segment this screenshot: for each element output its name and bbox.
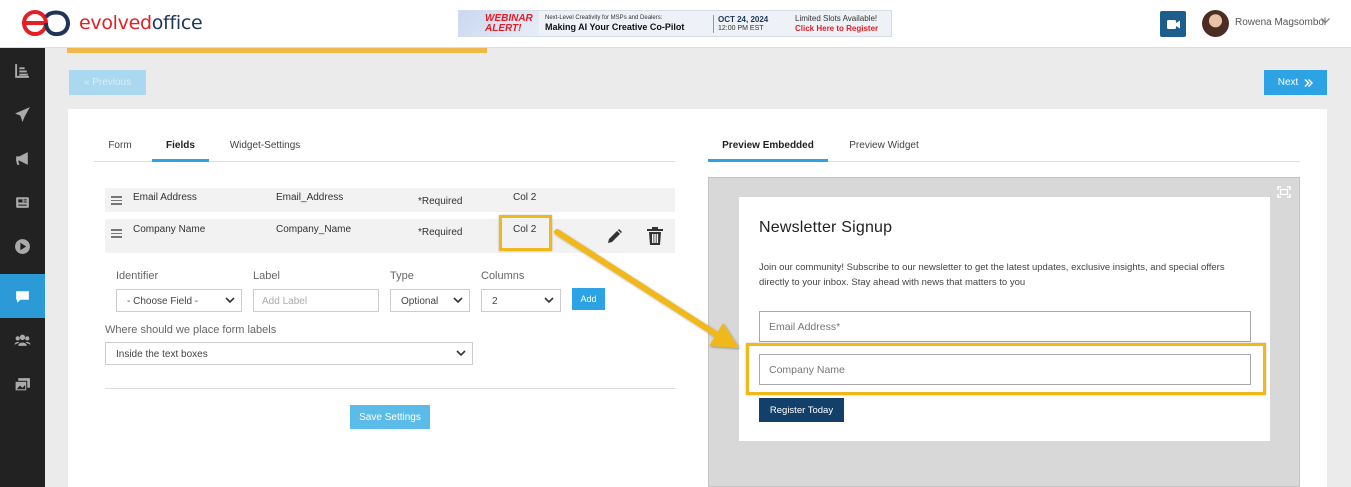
type-select-value: Optional xyxy=(401,296,439,307)
progress-strip xyxy=(67,48,487,53)
tab-preview-widget[interactable]: Preview Widget xyxy=(834,133,934,162)
logo[interactable]: evolvedoffice xyxy=(22,9,203,37)
identifier-select-value: - Choose Field - xyxy=(127,296,199,307)
banner-cta-line1: Limited Slots Available! xyxy=(795,13,878,23)
placement-label: Where should we place form labels xyxy=(105,324,277,336)
table-row[interactable]: Email Address Email_Address *Required Co… xyxy=(105,188,675,212)
placement-select-value: Inside the text boxes xyxy=(116,349,208,360)
next-button[interactable]: Next xyxy=(1264,70,1327,95)
identifier-label: Identifier xyxy=(116,270,159,282)
chevron-down-icon xyxy=(453,297,463,304)
sidebar-item-announcements[interactable] xyxy=(0,136,45,180)
logo-text-evolved: evolved xyxy=(79,12,152,34)
divider xyxy=(105,388,675,389)
images-icon xyxy=(14,377,30,391)
columns-select-value: 2 xyxy=(492,296,498,307)
banner-date-time: 12:00 PM EST xyxy=(718,24,764,32)
drag-handle-icon[interactable] xyxy=(111,229,122,240)
field-label: Email Address xyxy=(133,192,197,203)
chevron-down-icon[interactable] xyxy=(1321,16,1330,27)
sidebar-item-reports[interactable] xyxy=(0,48,45,92)
megaphone-icon xyxy=(16,151,28,165)
user-name[interactable]: Rowena Magsombol xyxy=(1235,17,1326,28)
logo-text: evolvedoffice xyxy=(79,12,203,34)
avatar[interactable] xyxy=(1202,10,1229,37)
label-input[interactable]: Add Label xyxy=(253,289,379,312)
expand-icon[interactable] xyxy=(1277,186,1291,198)
banner-cta-line2: Click Here to Register xyxy=(795,23,879,33)
left-tabs: Form Fields Widget-Settings xyxy=(94,133,675,162)
sidebar-item-media[interactable] xyxy=(0,362,45,406)
sidebar-item-forms[interactable] xyxy=(0,274,45,318)
banner-date-day: OCT 24, 2024 xyxy=(718,14,769,24)
field-identifier: Email_Address xyxy=(276,192,344,203)
identifier-select[interactable]: - Choose Field - xyxy=(116,289,242,312)
newspaper-icon xyxy=(16,196,29,208)
banner-text: Next-Level Creativity for MSPs and Deale… xyxy=(539,14,713,33)
tab-preview-embedded[interactable]: Preview Embedded xyxy=(708,133,828,162)
columns-label: Columns xyxy=(481,270,525,282)
bar-chart-icon xyxy=(15,63,29,78)
logo-mark-icon xyxy=(22,9,74,37)
type-label: Type xyxy=(390,270,414,282)
play-circle-icon xyxy=(15,238,30,254)
drag-handle-icon[interactable] xyxy=(111,196,122,207)
banner-alert: WEBINAR ALERT! xyxy=(459,11,539,36)
tab-widget-settings[interactable]: Widget-Settings xyxy=(217,133,313,162)
tab-form[interactable]: Form xyxy=(94,133,146,162)
banner-subtitle: Next-Level Creativity for MSPs and Deale… xyxy=(545,15,663,21)
highlight-box-company xyxy=(746,343,1266,395)
top-bar: evolvedoffice WEBINAR ALERT! Next-Level … xyxy=(0,0,1351,48)
banner-date: OCT 24, 2024 12:00 PM EST xyxy=(713,14,777,33)
type-select[interactable]: Optional xyxy=(390,289,470,312)
chevron-down-icon xyxy=(225,297,235,304)
video-call-button[interactable] xyxy=(1160,11,1186,37)
register-today-button[interactable]: Register Today xyxy=(759,398,844,422)
previous-button[interactable]: « Previous xyxy=(69,70,146,95)
annotation-arrow-icon xyxy=(554,229,739,348)
chat-bubble-icon xyxy=(16,290,29,303)
paper-plane-icon xyxy=(15,106,30,122)
banner-cta: Limited Slots Available! Click Here to R… xyxy=(777,14,891,34)
double-chevron-right-icon xyxy=(1304,78,1314,87)
tab-fields[interactable]: Fields xyxy=(152,133,209,162)
users-icon xyxy=(14,334,31,346)
sidebar-item-content[interactable] xyxy=(0,180,45,224)
field-identifier: Company_Name xyxy=(276,224,352,235)
banner-title: Making AI Your Creative Co-Pilot xyxy=(545,22,685,32)
video-camera-icon xyxy=(1166,19,1180,29)
save-settings-button[interactable]: Save Settings xyxy=(350,405,430,429)
field-required: *Required xyxy=(418,227,463,238)
chevron-down-icon xyxy=(456,350,466,357)
field-label: Company Name xyxy=(133,224,206,235)
field-column: Col 2 xyxy=(513,192,537,203)
field-required: *Required xyxy=(418,196,463,207)
next-button-label: Next xyxy=(1277,77,1299,88)
preview-area: Newsletter Signup Join our community! Su… xyxy=(708,177,1300,487)
preview-description: Join our community! Subscribe to our new… xyxy=(759,262,1225,288)
logo-text-office: office xyxy=(151,12,203,34)
preview-title: Newsletter Signup xyxy=(759,219,893,236)
placement-select[interactable]: Inside the text boxes xyxy=(105,342,473,365)
sidebar-item-campaigns[interactable] xyxy=(0,92,45,136)
preview-email-field[interactable]: Email Address* xyxy=(759,311,1251,342)
webinar-banner[interactable]: WEBINAR ALERT! Next-Level Creativity for… xyxy=(458,10,892,37)
preview-form-card: Newsletter Signup Join our community! Su… xyxy=(739,197,1270,441)
sidebar-item-contacts[interactable] xyxy=(0,318,45,362)
right-tabs: Preview Embedded Preview Widget xyxy=(708,133,1300,162)
sidebar xyxy=(0,48,45,487)
sidebar-item-video[interactable] xyxy=(0,224,45,268)
label-label: Label xyxy=(253,270,280,282)
